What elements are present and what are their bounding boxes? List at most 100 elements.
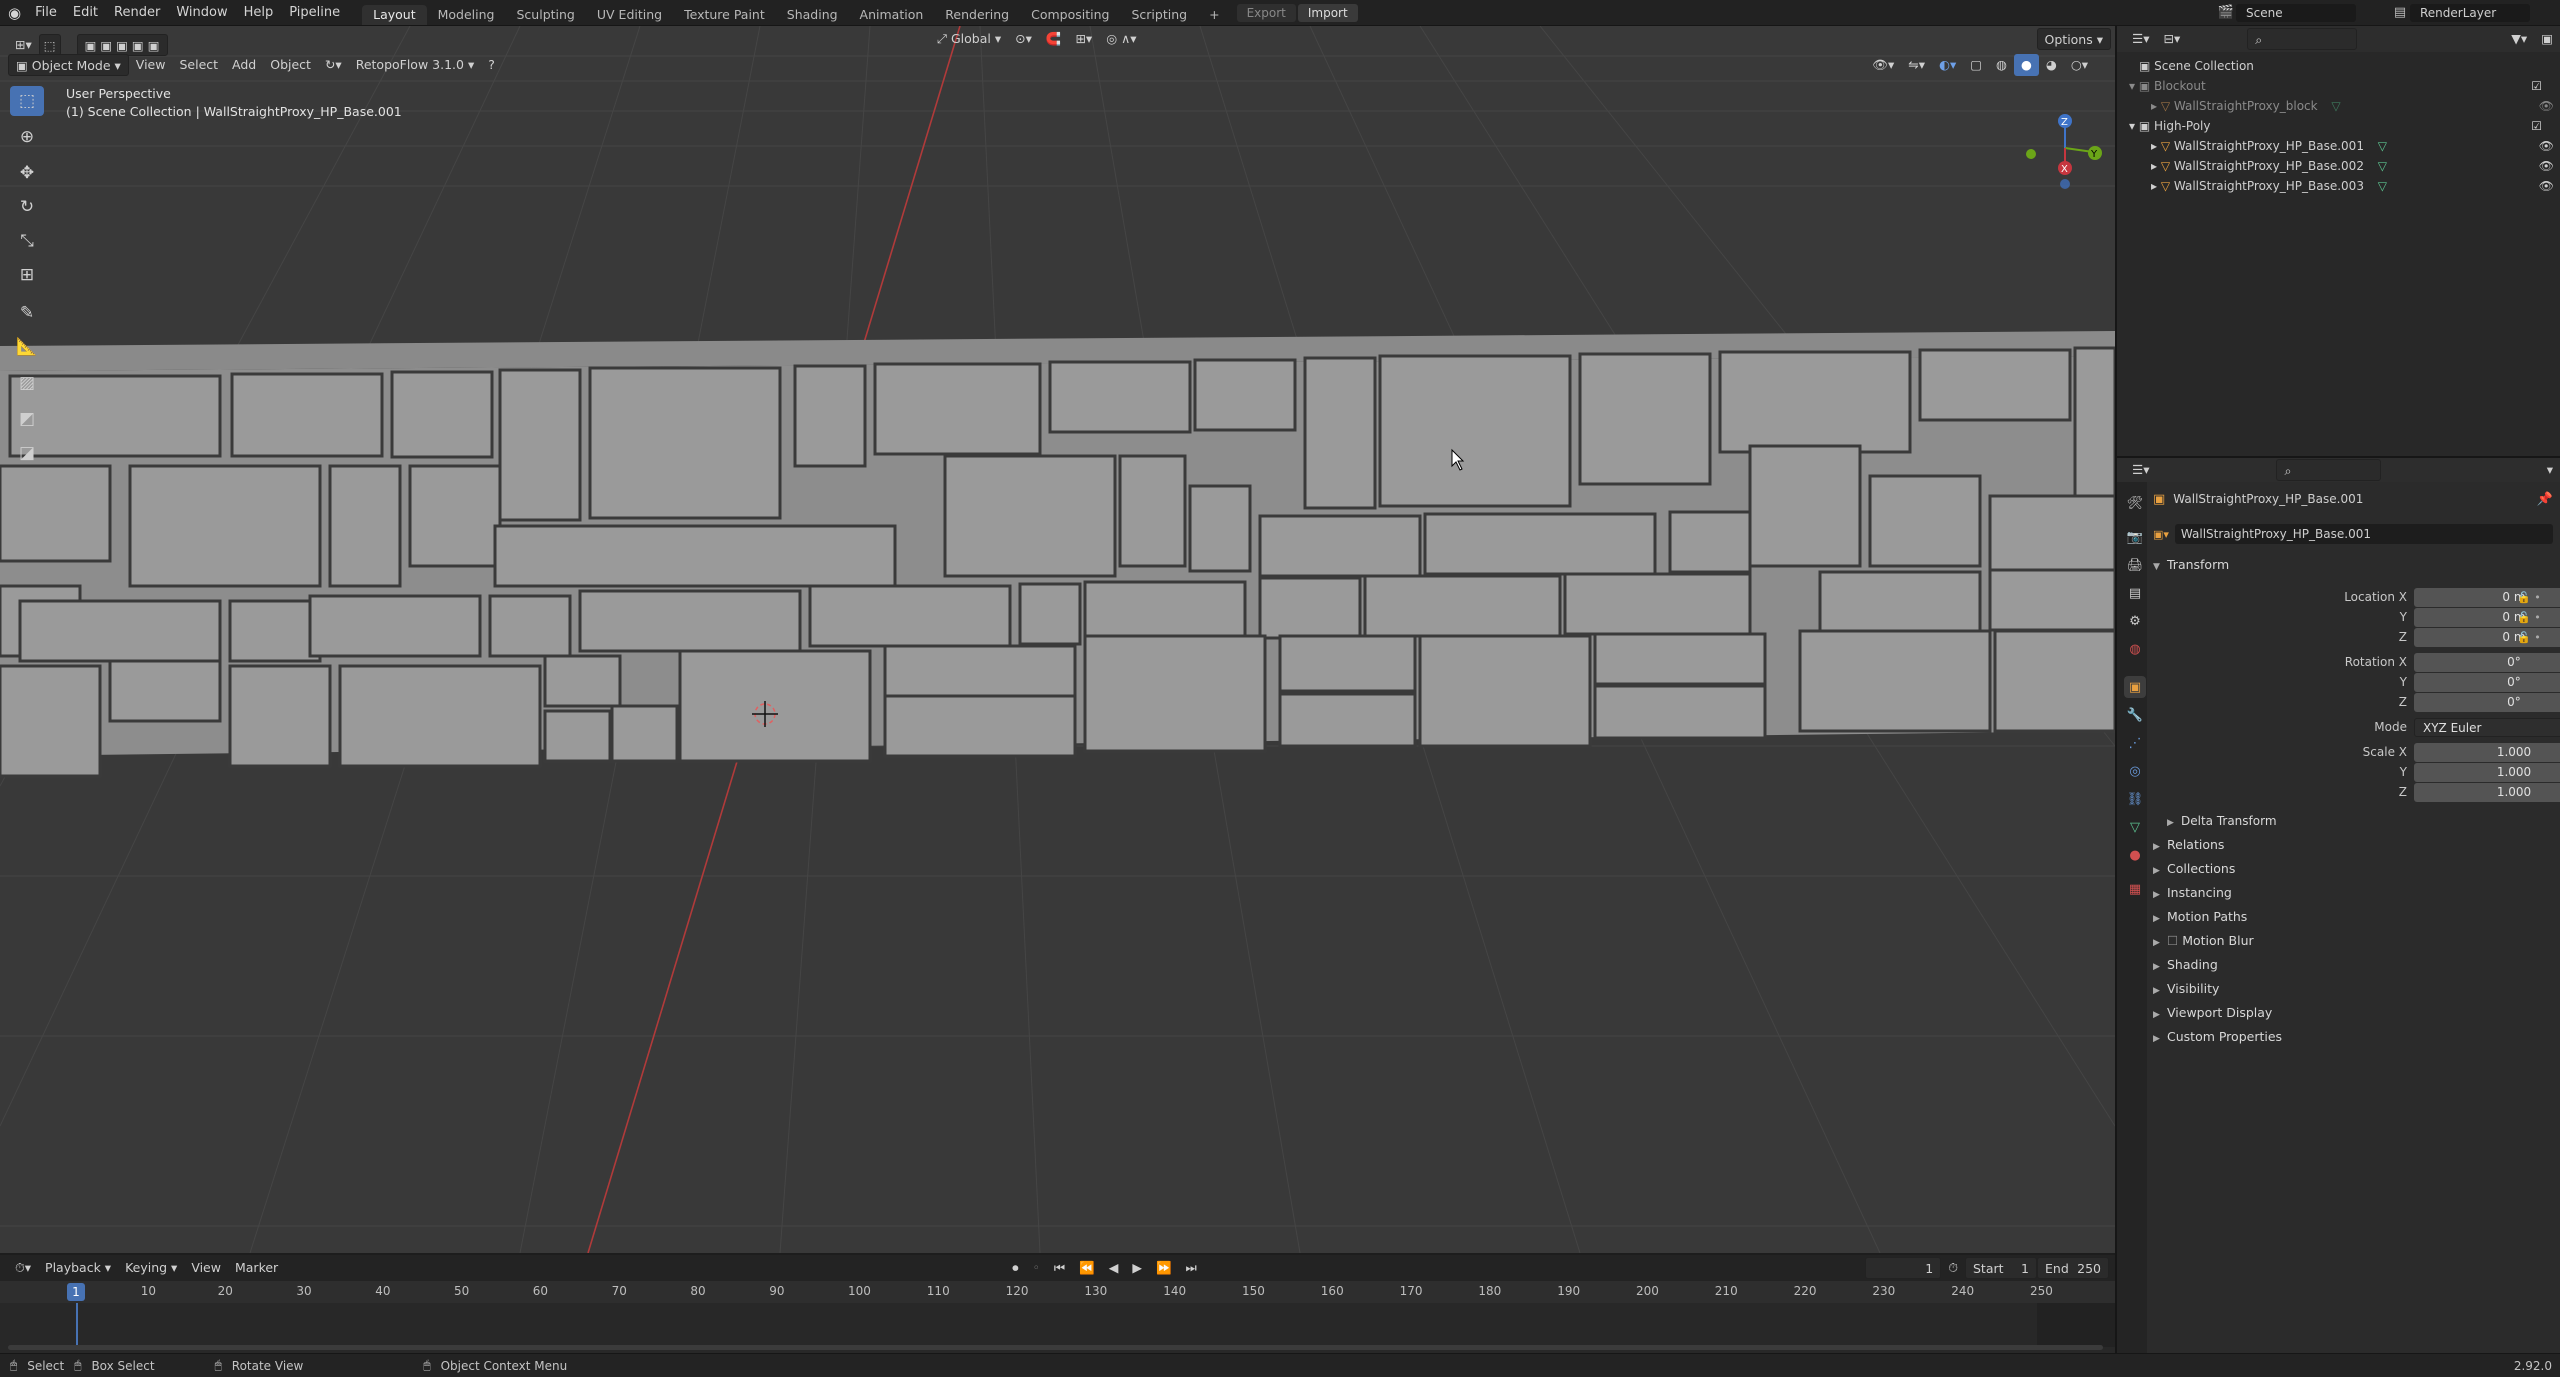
outliner-row-high-poly[interactable]: ▾ ▣ High-Poly ☑ (2117, 116, 2560, 136)
tab-animation[interactable]: Animation (849, 5, 935, 25)
expand-arrow-icon[interactable]: ▾ (2129, 119, 2139, 133)
solid-shading-icon[interactable]: ● (2013, 54, 2039, 76)
add-menu[interactable]: Add (225, 54, 263, 76)
wireframe-shading-icon[interactable]: ◍ (1989, 54, 2014, 76)
end-frame-field[interactable]: End 250 (2037, 1257, 2109, 1279)
current-frame-field[interactable]: 1 (1865, 1257, 1942, 1279)
menu-file[interactable]: File (27, 0, 65, 26)
tab-sculpting[interactable]: Sculpting (506, 5, 586, 25)
timeline-scrollbar[interactable] (8, 1345, 2103, 1350)
object-tab-icon[interactable]: ▣ (2124, 676, 2146, 698)
gizmo-icon[interactable]: ⇋▾ (1901, 54, 1932, 76)
snap-icon[interactable]: 🧲 (1039, 28, 1069, 50)
motion-blur-checkbox[interactable]: ☐ (2167, 933, 2182, 948)
rotation-mode-dropdown[interactable]: XYZ Euler▾ (2414, 718, 2560, 737)
measure-tool[interactable]: 📐 (10, 332, 44, 362)
collections-panel-header[interactable]: ▶ Collections (2153, 858, 2560, 880)
xray-icon[interactable]: ▢ (1963, 54, 1989, 76)
navigation-gizmo[interactable]: Z Y X (2015, 88, 2105, 198)
lock-icon[interactable]: 🔓 • (2517, 628, 2557, 648)
outliner-row-blockout[interactable]: ▾ ▣ Blockout ☑ (2117, 76, 2560, 96)
material-tab-icon[interactable]: ● (2124, 844, 2146, 866)
jump-start-icon[interactable]: ⏮ (1047, 1257, 1072, 1279)
view-layer-tab-icon[interactable]: ▤ (2124, 582, 2146, 604)
proportional-edit-icon[interactable]: ◎ ∧▾ (1099, 28, 1143, 50)
prev-keyframe-icon[interactable]: ⏪ (1072, 1257, 1102, 1279)
shading-panel-header[interactable]: ▶ Shading (2153, 954, 2560, 976)
import-button[interactable]: Import (1297, 3, 1358, 22)
lock-icon[interactable]: 🔓 • (2517, 608, 2557, 628)
transform-affect-icon[interactable]: ↻▾ (318, 54, 349, 76)
keyframe-type-icon[interactable]: ◦ (1025, 1257, 1046, 1279)
rotation-z-field[interactable]: 0° (2414, 693, 2560, 712)
orientation-dropdown[interactable]: ⤢ Global ▾ (930, 28, 1008, 50)
motion-paths-panel-header[interactable]: ▶ Motion Paths (2153, 906, 2560, 928)
outliner-row-hp-base-003[interactable]: ▸ ▽ WallStraightProxy_HP_Base.003 ▽ 👁 (2117, 176, 2560, 196)
instancing-panel-header[interactable]: ▶ Instancing (2153, 882, 2560, 904)
expand-arrow-icon[interactable]: ▸ (2151, 99, 2161, 113)
exclude-checkbox[interactable]: ☑ (2531, 116, 2542, 136)
select-menu[interactable]: Select (172, 54, 225, 76)
visibility-eye-icon[interactable]: 👁 (2539, 156, 2554, 176)
tab-texture-paint[interactable]: Texture Paint (673, 5, 776, 25)
object-name-input[interactable]: WallStraightProxy_HP_Base.001 (2174, 524, 2553, 544)
options-dropdown[interactable]: Options ▾ (2036, 28, 2111, 50)
view-layer-selector[interactable]: RenderLayer (2410, 3, 2530, 22)
properties-search[interactable]: ⌕ (2276, 459, 2382, 481)
new-collection-icon[interactable]: ▣ (2534, 28, 2560, 50)
visibility-eye-icon[interactable]: 👁 (2539, 136, 2554, 156)
scene-tab-icon[interactable]: ⚙ (2124, 610, 2146, 632)
timeline-ruler[interactable]: 1 10 20 30 40 50 60 70 80 90 100 110 120 130 140 150 16… (0, 1281, 2115, 1303)
jump-end-icon[interactable]: ⏭ (1179, 1257, 1204, 1279)
playback-menu[interactable]: Playback ▾ (38, 1257, 118, 1279)
visibility-panel-header[interactable]: ▶ Visibility (2153, 978, 2560, 1000)
expand-arrow-icon[interactable]: ▸ (2151, 159, 2161, 173)
particles-tab-icon[interactable]: ⋰ (2124, 732, 2146, 754)
object-mode-dropdown[interactable]: ▣ Object Mode ▾ (8, 54, 129, 76)
retopoflow-menu[interactable]: RetopoFlow 3.1.0 ▾ (349, 54, 482, 76)
snap-target-icon[interactable]: ⊞▾ (1068, 28, 1099, 50)
scale-z-field[interactable]: 1.000 (2414, 783, 2560, 802)
outliner-row-block[interactable]: ▸ ▽ WallStraightProxy_block ▽ 👁 (2117, 96, 2560, 116)
menu-help[interactable]: Help (236, 0, 282, 26)
motion-blur-panel-header[interactable]: ▶ ☐ Motion Blur (2153, 930, 2560, 952)
tab-uv-editing[interactable]: UV Editing (586, 5, 673, 25)
timeline-editor-icon[interactable]: ⏱▾ (8, 1257, 38, 1279)
tab-modeling[interactable]: Modeling (427, 5, 506, 25)
world-tab-icon[interactable]: ◍ (2124, 638, 2146, 660)
rotation-x-field[interactable]: 0° (2414, 653, 2560, 672)
annotate-tool[interactable]: ✎ (10, 298, 44, 328)
rendered-shading-icon[interactable]: ○▾ (2064, 54, 2095, 76)
keying-menu[interactable]: Keying ▾ (118, 1257, 184, 1279)
outliner-row-hp-base-002[interactable]: ▸ ▽ WallStraightProxy_HP_Base.002 ▽ 👁 (2117, 156, 2560, 176)
expand-arrow-icon[interactable]: ▸ (2151, 179, 2161, 193)
properties-editor-icon[interactable]: ☰▾ (2125, 459, 2156, 481)
move-tool[interactable]: ✥ (10, 158, 44, 188)
rotate-tool[interactable]: ↻ (10, 192, 44, 222)
start-frame-field[interactable]: Start 1 (1965, 1257, 2037, 1279)
scene-selector[interactable]: Scene (2236, 3, 2356, 22)
render-tab-icon[interactable]: 📷 (2124, 526, 2146, 548)
tab-shading[interactable]: Shading (776, 5, 849, 25)
constraints-tab-icon[interactable]: ⛓ (2124, 788, 2146, 810)
pin-icon[interactable]: 📌 (2537, 492, 2553, 507)
timeline-view-menu[interactable]: View (184, 1257, 228, 1279)
menu-edit[interactable]: Edit (65, 0, 106, 26)
scale-y-field[interactable]: 1.000 (2414, 763, 2560, 782)
play-reverse-icon[interactable]: ◀ (1102, 1257, 1126, 1279)
outliner-row-hp-base-001[interactable]: ▸ ▽ WallStraightProxy_HP_Base.001 ▽ 👁 (2117, 136, 2560, 156)
current-frame-marker[interactable]: 1 (67, 1283, 85, 1301)
visibility-eye-icon[interactable]: 👁 (2539, 176, 2554, 196)
stopwatch-icon[interactable]: ⏱ (1941, 1257, 1965, 1279)
retopo-tool-b[interactable]: ◪ (10, 438, 44, 468)
texture-tab-icon[interactable]: ▦ (2124, 878, 2146, 900)
tab-rendering[interactable]: Rendering (934, 5, 1020, 25)
cursor-tool[interactable]: ⊕ (10, 122, 44, 152)
menu-pipeline[interactable]: Pipeline (281, 0, 348, 26)
object-menu[interactable]: Object (263, 54, 318, 76)
outliner-search[interactable]: ⌕ (2247, 28, 2358, 50)
next-keyframe-icon[interactable]: ⏩ (1149, 1257, 1179, 1279)
tab-scripting[interactable]: Scripting (1120, 5, 1198, 25)
blender-logo-icon[interactable]: ◉ (0, 0, 27, 26)
tab-compositing[interactable]: Compositing (1020, 5, 1120, 25)
